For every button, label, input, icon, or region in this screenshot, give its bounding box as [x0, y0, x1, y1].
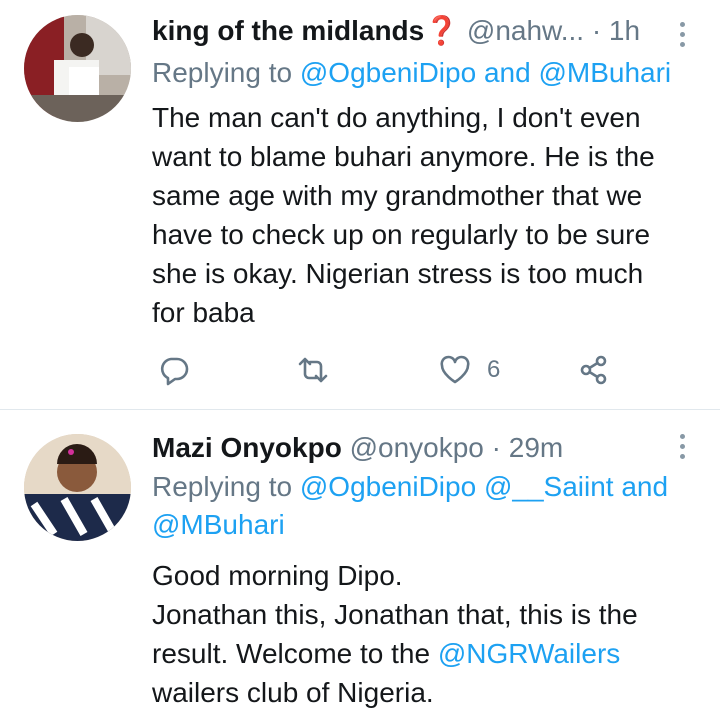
tweet-actions: 6: [152, 348, 622, 392]
tweet-text-line: for baba: [152, 297, 255, 328]
tweet-text: The man can't do anything, I don't even …: [152, 98, 700, 332]
avatar-image: [24, 434, 131, 541]
tweet-header: king of the midlands❓ @nahw... · 1h: [152, 14, 660, 48]
retweet-icon: [298, 357, 328, 383]
mention-link[interactable]: @OgbeniDipo: [300, 57, 476, 88]
avatar[interactable]: [24, 15, 131, 122]
mention-and[interactable]: and: [484, 57, 531, 88]
like-button[interactable]: 6: [439, 348, 500, 392]
avatar-image: [24, 15, 131, 122]
tweet-text-line: she is okay. Nigerian stress is too much: [152, 258, 644, 289]
user-handle[interactable]: @nahw...: [467, 15, 584, 46]
tweet-text-line: result. Welcome to the @NGRWailers: [152, 634, 700, 673]
tweet-text-line: wailers club of Nigeria.: [152, 677, 434, 708]
share-icon: [580, 355, 607, 385]
more-options-icon[interactable]: [679, 22, 687, 52]
reply-icon: [160, 357, 189, 386]
mention-and[interactable]: and: [621, 471, 668, 502]
timestamp[interactable]: · 29m: [492, 432, 564, 463]
replying-to: Replying to @OgbeniDipo and @MBuhari: [152, 54, 700, 92]
avatar[interactable]: [24, 434, 131, 541]
display-name[interactable]: king of the midlands: [152, 15, 424, 46]
timestamp[interactable]: · 1h: [592, 15, 640, 46]
mention-link[interactable]: @MBuhari: [152, 509, 285, 540]
tweet-mazi-onyokpo[interactable]: Mazi Onyokpo @onyokpo · 29m Replying to …: [0, 410, 720, 710]
tweet-king-of-the-midlands[interactable]: king of the midlands❓ @nahw... · 1h Repl…: [0, 0, 720, 409]
tweet-text-line: The man can't do anything, I don't even: [152, 102, 641, 133]
tweet-text-segment: result. Welcome to the: [152, 638, 431, 669]
tweet-text-line: have to check up on regularly to be sure: [152, 219, 651, 250]
replying-to-label: Replying to: [152, 471, 293, 502]
tweet-text-line: Good morning Dipo.: [152, 560, 403, 591]
tweet-text-line: Jonathan this, Jonathan that, this is th…: [152, 599, 638, 630]
replying-to-label: Replying to: [152, 57, 293, 88]
mention-link[interactable]: @OgbeniDipo: [300, 471, 476, 502]
mention-link[interactable]: @NGRWailers: [438, 638, 620, 669]
tweet-text: Good morning Dipo. Jonathan this, Jonath…: [152, 556, 700, 712]
like-count: 6: [487, 356, 501, 383]
more-options-icon[interactable]: [679, 434, 687, 464]
replying-to: Replying to @OgbeniDipo @__Saiint and @M…: [152, 468, 700, 544]
reply-button[interactable]: [158, 348, 190, 392]
tweet-text-line: want to blame buhari anymore. He is the: [152, 141, 655, 172]
mention-link[interactable]: @MBuhari: [538, 57, 671, 88]
like-icon: [440, 355, 470, 384]
question-emoji: ❓: [424, 15, 460, 46]
display-name[interactable]: Mazi Onyokpo: [152, 432, 342, 463]
share-button[interactable]: [578, 348, 610, 392]
retweet-button[interactable]: [297, 348, 329, 392]
mention-link[interactable]: @__Saiint: [484, 471, 614, 502]
tweet-header: Mazi Onyokpo @onyokpo · 29m: [152, 431, 660, 465]
user-handle[interactable]: @onyokpo: [350, 432, 484, 463]
tweet-text-line: same age with my grandmother that we: [152, 180, 643, 211]
